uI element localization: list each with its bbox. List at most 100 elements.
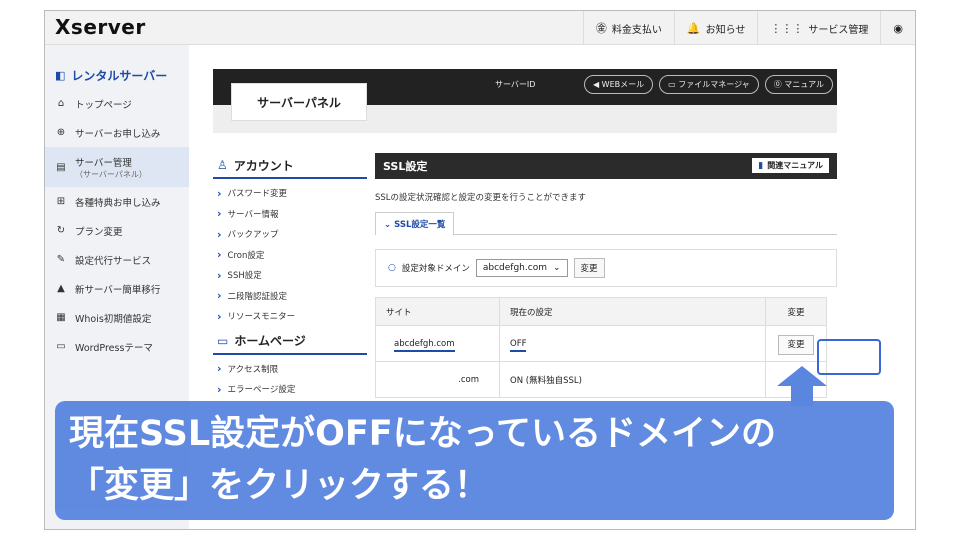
row-setting: OFF (499, 325, 766, 362)
sidebar-item-label: 設定代行サービス (75, 255, 152, 267)
sidebar-item-wp-theme[interactable]: ▭ WordPressテーマ (45, 332, 189, 361)
domain-select[interactable]: abcdefgh.com ⌄ (475, 259, 568, 277)
row-change-button[interactable]: 変更 (778, 334, 814, 355)
book-icon: ▮ (758, 160, 764, 171)
sidebar-item-migration[interactable]: ▲ 新サーバー簡単移行 (45, 274, 189, 303)
ssl-title: SSL設定 (383, 160, 428, 173)
row-setting-value: ON (無料独自SSL) (510, 375, 582, 386)
sidebar-item-label: サーバーお申し込み (75, 128, 161, 140)
monitor-icon: ▭ (217, 333, 229, 348)
callout-line-2: 「変更」をクリックする！ (69, 466, 490, 506)
circle-icon: ○ (388, 263, 396, 273)
menu-link-password[interactable]: パスワード変更 (217, 183, 367, 204)
related-manual-button[interactable]: ▮ 関連マニュアル (752, 158, 829, 173)
col-current-setting: 現在の設定 (499, 297, 766, 326)
homepage-heading: ▭ ホームページ (213, 329, 367, 355)
top-bar: Xserver ㊎ 料金支払い 🔔 お知らせ ⋮⋮⋮ サービス管理 ◉ (45, 11, 915, 45)
wrench-icon: ✎ (56, 254, 66, 265)
menu-link-2fa[interactable]: 二段階認証設定 (217, 286, 367, 307)
topnav-payment-label: 料金支払い (611, 24, 662, 36)
row-site: abcdefgh.com (375, 325, 500, 362)
home-icon: ⌂ (57, 98, 65, 109)
ssl-table: サイト 現在の設定 変更 abcdefgh.com OFF 変更 .com ON… (375, 297, 827, 398)
ssl-heading: SSL設定 ▮ 関連マニュアル (375, 153, 837, 179)
tab-ssl-list[interactable]: ⌄ SSL設定一覧 (375, 212, 455, 235)
panel-menu: ♙ アカウント パスワード変更 サーバー情報 バックアップ Cron設定 SSH… (213, 153, 367, 402)
sidebar-item-label: 新サーバー簡単移行 (75, 284, 161, 296)
cube-icon: ◧ (55, 68, 66, 82)
menu-link-access[interactable]: アクセス制限 (217, 359, 367, 380)
menu-link-error-page[interactable]: エラーページ設定 (217, 379, 367, 400)
server-id-label: サーバーID (495, 80, 536, 89)
arrow-up-icon (777, 366, 827, 406)
row-site-value: abcdefgh.com (394, 338, 455, 352)
account-menu-list: パスワード変更 サーバー情報 バックアップ Cron設定 SSH設定 二段階認証… (213, 179, 367, 329)
table-header-row: サイト 現在の設定 変更 (375, 297, 827, 326)
domain-label: 設定対象ドメイン (401, 264, 470, 274)
person-icon: ♙ (217, 158, 228, 172)
account-heading-label: アカウント (233, 158, 294, 173)
sidebar-item-apply[interactable]: ⊕ サーバーお申し込み (45, 118, 189, 147)
sidebar-item-whois[interactable]: ▦ Whois初期値設定 (45, 303, 189, 332)
sidebar-item-label: トップページ (75, 99, 132, 111)
domain-change-button[interactable]: 変更 (573, 258, 605, 278)
menu-link-cron[interactable]: Cron設定 (217, 245, 367, 266)
plus-circle-icon: ⊕ (56, 127, 66, 138)
refresh-icon: ↻ (56, 225, 66, 236)
topnav-news-label: お知らせ (705, 24, 746, 36)
related-manual-label: 関連マニュアル (767, 161, 823, 170)
domain-selector: ○ 設定対象ドメイン abcdefgh.com ⌄ 変更 (375, 249, 837, 287)
sidebar-title-label: レンタルサーバー (71, 68, 168, 83)
sidebar-title: ◧ レンタルサーバー (45, 45, 189, 89)
sidebar-item-setup-service[interactable]: ✎ 設定代行サービス (45, 245, 189, 274)
sidebar-item-server-manage[interactable]: ▤ サーバー管理 （サーバーパネル） (45, 147, 189, 187)
topnav-payment[interactable]: ㊎ 料金支払い (582, 11, 674, 45)
sidebar-item-plan[interactable]: ↻ プラン変更 (45, 216, 189, 245)
instruction-callout: 現在SSL設定がOFFになっているドメインの 「変更」をクリックする！ (55, 401, 894, 520)
chevron-down-icon: ⌄ (384, 220, 395, 230)
menu-link-ssh[interactable]: SSH設定 (217, 265, 367, 286)
col-change: 変更 (765, 297, 827, 326)
manual-button[interactable]: ⓪ マニュアル (764, 75, 833, 94)
bell-icon: 🔔 (686, 21, 701, 35)
topnav-service[interactable]: ⋮⋮⋮ サービス管理 (757, 11, 880, 45)
server-icon: ▤ (56, 161, 66, 173)
sidebar-item-label: 各種特典お申し込み (75, 197, 161, 209)
sidebar-item-label: サーバー管理 （サーバーパネル） (75, 155, 147, 180)
webmail-button[interactable]: ◀ WEBメール (583, 75, 654, 94)
sidebar-item-sub: （サーバーパネル） (75, 169, 147, 179)
topnav-news[interactable]: 🔔 お知らせ (673, 11, 758, 45)
homepage-menu-list: アクセス制限 エラーページ設定 (213, 355, 367, 402)
panel-title: サーバーパネル (231, 83, 367, 121)
sidebar-item-label: プラン変更 (75, 226, 123, 238)
tab-ssl-list-label: SSL設定一覧 (394, 220, 446, 230)
col-site: サイト (375, 297, 500, 326)
topnav-service-label: サービス管理 (808, 24, 869, 36)
menu-link-server-info[interactable]: サーバー情報 (217, 204, 367, 225)
row-site: .com (375, 361, 500, 398)
grid-icon: ⋮⋮⋮ (770, 21, 804, 35)
truck-icon: ▲ (57, 283, 65, 294)
yen-icon: ㊎ (595, 22, 607, 35)
table-row: .com ON (無料独自SSL) (375, 361, 827, 398)
window-icon: ▭ (56, 341, 66, 352)
domain-select-value: abcdefgh.com (482, 263, 547, 273)
menu-link-resource[interactable]: リソースモニター (217, 306, 367, 327)
row-setting: ON (無料独自SSL) (499, 361, 766, 398)
panel-shortcuts: ◀ WEBメール ▭ ファイルマネージャ ⓪ マニュアル (583, 75, 833, 94)
topnav-account[interactable]: ◉ (880, 11, 915, 45)
top-nav: ㊎ 料金支払い 🔔 お知らせ ⋮⋮⋮ サービス管理 ◉ (582, 11, 915, 45)
table-row: abcdefgh.com OFF 変更 (375, 325, 827, 362)
row-setting-value: OFF (510, 338, 527, 352)
ssl-description: SSLの設定状況確認と設定の変更を行うことができます (375, 193, 587, 203)
menu-link-backup[interactable]: バックアップ (217, 224, 367, 245)
account-heading: ♙ アカウント (213, 153, 367, 179)
sidebar-item-label: WordPressテーマ (75, 342, 153, 354)
sidebar-item-top[interactable]: ⌂ トップページ (45, 89, 189, 118)
user-icon: ◉ (893, 21, 903, 35)
row-site-value: .com (458, 374, 479, 385)
sidebar-item-benefits[interactable]: ⊞ 各種特典お申し込み (45, 187, 189, 216)
file-manager-button[interactable]: ▭ ファイルマネージャ (659, 75, 759, 94)
xserver-logo[interactable]: Xserver (55, 15, 146, 39)
sidebar-item-main: サーバー管理 (75, 157, 132, 169)
